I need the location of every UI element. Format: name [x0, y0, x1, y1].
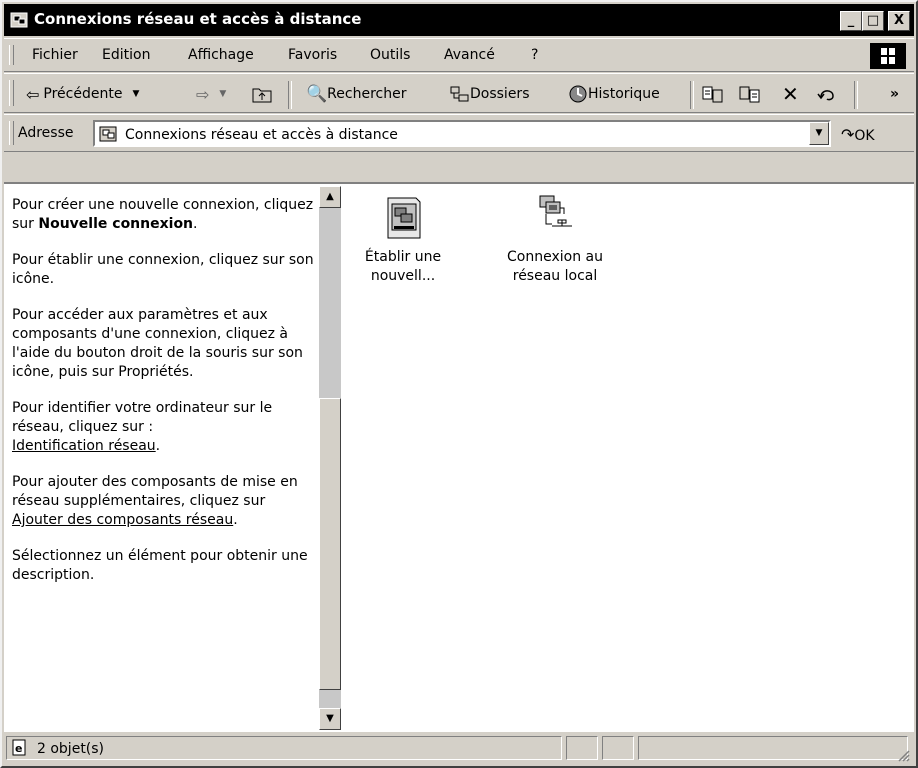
network-folder-icon — [10, 12, 28, 28]
menu-affichage[interactable]: Affichage — [188, 47, 254, 63]
history-label: Historique — [588, 86, 660, 102]
delete-x-icon: ✕ — [782, 82, 799, 106]
resize-grip-icon[interactable] — [896, 748, 910, 762]
title-bar[interactable]: Connexions réseau et accès à distance _ … — [4, 4, 914, 36]
windows-logo-icon — [870, 43, 906, 69]
info-select: Sélectionnez un élément pour obtenir une… — [12, 548, 308, 583]
item-new-connection[interactable]: Établir une nouvell... — [338, 192, 468, 286]
folders-button[interactable]: Dossiers — [450, 83, 530, 105]
toolbar-separator — [854, 81, 858, 109]
search-label: Rechercher — [327, 86, 407, 102]
back-label: Précédente — [43, 86, 123, 102]
network-identification-link[interactable]: Identification réseau — [12, 438, 156, 454]
new-connection-emphasis: Nouvelle connexion — [38, 216, 194, 232]
info-add-text: Pour ajouter des composants de mise en r… — [12, 474, 298, 509]
close-button[interactable]: X — [888, 11, 910, 31]
info-pane: Pour créer une nouvelle connexion, cliqu… — [12, 196, 317, 602]
folders-label: Dossiers — [470, 86, 530, 102]
toolbar-separator — [690, 81, 694, 109]
search-button[interactable]: 🔍 Rechercher — [306, 83, 406, 105]
add-network-components-link[interactable]: Ajouter des composants réseau — [12, 512, 233, 528]
status-main-cell: e 2 objet(s) — [6, 736, 562, 760]
toolbar: ⇦ Précédente ▼ ⇨ ▼ 🔍 Rechercher Dossiers… — [4, 73, 914, 113]
info-properties: Pour accéder aux paramètres et aux compo… — [12, 307, 303, 380]
status-text: 2 objet(s) — [37, 741, 105, 757]
forward-arrow-icon: ⇨ — [196, 84, 210, 104]
address-dropdown-button[interactable]: ▼ — [809, 122, 829, 145]
explorer-window: Connexions réseau et accès à distance _ … — [0, 0, 918, 768]
menu-edition[interactable]: Edition — [102, 47, 150, 63]
info-identify: Pour identifier votre ordinateur sur le … — [12, 399, 317, 456]
info-create-end: . — [193, 216, 198, 232]
forward-dropdown-icon[interactable]: ▼ — [219, 89, 226, 99]
maximize-button[interactable]: □ — [862, 11, 884, 31]
address-label: Adresse — [18, 125, 74, 141]
menu-help[interactable]: ? — [531, 47, 538, 63]
status-cell — [566, 736, 598, 760]
scroll-thumb[interactable] — [319, 398, 341, 690]
toolbar-grip[interactable] — [9, 80, 14, 106]
copy-to-button[interactable] — [739, 83, 761, 105]
history-button[interactable]: Historique — [568, 83, 660, 105]
folders-tree-icon — [450, 86, 469, 102]
status-bar: e 2 objet(s) — [4, 732, 914, 766]
address-bar: Adresse Connexions réseau et accès à dis… — [4, 114, 914, 152]
forward-button[interactable]: ⇨ ▼ — [196, 83, 226, 105]
history-clock-icon — [569, 85, 587, 103]
new-connection-icon — [387, 197, 421, 239]
info-create: Pour créer une nouvelle connexion, cliqu… — [12, 196, 317, 234]
back-dropdown-icon[interactable]: ▼ — [132, 89, 139, 99]
item-label-line2: réseau local — [512, 268, 598, 284]
move-to-icon — [702, 86, 723, 103]
status-cell — [602, 736, 634, 760]
toolbar-separator — [288, 81, 292, 109]
back-button[interactable]: ⇦ Précédente ▼ — [26, 83, 139, 105]
menu-favoris[interactable]: Favoris — [288, 47, 337, 63]
folder-up-icon — [252, 88, 272, 103]
go-button[interactable]: ↷OK — [841, 125, 875, 144]
item-label-line1: Établir une — [364, 249, 442, 265]
info-establish: Pour établir une connexion, cliquez sur … — [12, 252, 314, 287]
lan-connection-icon — [539, 195, 572, 227]
content-frame — [4, 153, 914, 182]
window-title: Connexions réseau et accès à distance — [34, 10, 362, 28]
content-area: Pour créer une nouvelle connexion, cliqu… — [4, 182, 914, 732]
minimize-button[interactable]: _ — [840, 11, 862, 31]
undo-button[interactable] — [816, 83, 838, 105]
address-grip[interactable] — [9, 121, 14, 145]
info-identify-text: Pour identifier votre ordinateur sur le … — [12, 400, 273, 435]
move-to-button[interactable] — [702, 83, 724, 105]
scroll-down-button[interactable]: ▼ — [319, 708, 341, 730]
menu-fichier[interactable]: Fichier — [32, 47, 78, 63]
copy-to-icon — [739, 86, 760, 103]
delete-button[interactable]: ✕ — [782, 82, 799, 106]
network-folder-icon — [99, 126, 117, 142]
status-zone-cell — [638, 736, 908, 760]
go-label: OK — [854, 128, 875, 144]
item-label-line1: Connexion au — [507, 249, 603, 265]
address-input[interactable]: Connexions réseau et accès à distance ▼ — [93, 120, 831, 147]
item-lan-connection[interactable]: Connexion au réseau local — [490, 192, 620, 286]
menu-bar: Fichier Edition Affichage Favoris Outils… — [4, 38, 914, 72]
undo-icon — [817, 90, 834, 101]
back-arrow-icon: ⇦ — [26, 84, 40, 104]
ie-page-icon: e — [12, 739, 26, 756]
svg-text:e: e — [15, 742, 22, 755]
menu-outils[interactable]: Outils — [370, 47, 410, 63]
info-identify-end: . — [155, 438, 161, 454]
go-arrow-icon: ↷ — [841, 125, 855, 144]
menu-avance[interactable]: Avancé — [444, 47, 495, 63]
info-add: Pour ajouter des composants de mise en r… — [12, 473, 317, 530]
info-add-end: . — [233, 512, 238, 528]
toolbar-overflow-button[interactable]: » — [890, 83, 899, 105]
item-label-line2: nouvell... — [370, 268, 436, 284]
search-icon: 🔍 — [306, 84, 328, 104]
address-value: Connexions réseau et accès à distance — [125, 127, 398, 143]
up-folder-button[interactable] — [252, 83, 272, 105]
menu-grip[interactable] — [9, 45, 14, 65]
